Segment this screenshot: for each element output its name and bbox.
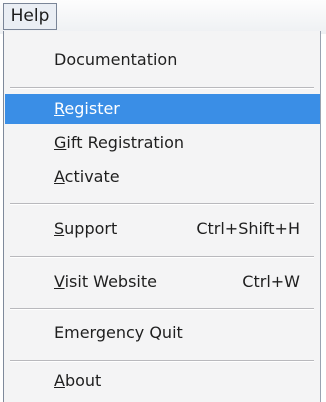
label-text: egister [64, 99, 120, 118]
menu-bar: Help [0, 0, 326, 34]
menu-separator [10, 203, 314, 205]
mnemonic-letter: G [54, 133, 67, 152]
menu-item-support[interactable]: Support Ctrl+Shift+H [5, 214, 320, 244]
menu-item-label: Support [54, 214, 117, 244]
mnemonic-letter: S [54, 219, 65, 238]
label-text: isit Website [64, 272, 157, 291]
help-menu-button[interactable]: Help [3, 3, 57, 30]
menu-item-label: Gift Registration [54, 128, 184, 158]
menu-separator [10, 308, 314, 310]
menu-item-visit-website[interactable]: Visit Website Ctrl+W [5, 267, 320, 297]
menu-item-activate[interactable]: Activate [5, 162, 320, 192]
label-text: bout [64, 371, 102, 390]
menu-item-label: Documentation [54, 50, 178, 69]
shortcut-label: Ctrl+Shift+H [196, 219, 300, 238]
menu-item-label: Visit Website [54, 267, 157, 297]
mnemonic-letter: R [54, 99, 65, 118]
label-text: upport [64, 219, 118, 238]
label-text: ctivate [64, 167, 120, 186]
menu-item-label: About [54, 366, 101, 396]
mnemonic-letter: V [54, 272, 65, 291]
menu-item-label: Emergency Quit [54, 323, 183, 342]
menu-item-gift-registration[interactable]: Gift Registration [5, 128, 320, 158]
menu-item-label: Activate [54, 162, 120, 192]
menu-separator [10, 256, 314, 258]
menu-item-about[interactable]: About [5, 366, 320, 396]
shortcut-label: Ctrl+W [242, 272, 300, 291]
menu-item-emergency-quit[interactable]: Emergency Quit [5, 318, 320, 348]
screen: Help Documentation Register Gift Registr… [0, 0, 326, 402]
menu-item-label: Register [54, 94, 120, 124]
menu-separator [10, 360, 314, 362]
menu-separator [10, 87, 314, 89]
mnemonic-letter: A [54, 167, 65, 186]
menu-item-register[interactable]: Register [5, 94, 320, 124]
mnemonic-letter: A [54, 371, 65, 390]
help-dropdown-menu: Documentation Register Gift Registration… [3, 31, 321, 402]
menu-item-documentation[interactable]: Documentation [5, 45, 320, 75]
label-text: ift Registration [66, 133, 185, 152]
